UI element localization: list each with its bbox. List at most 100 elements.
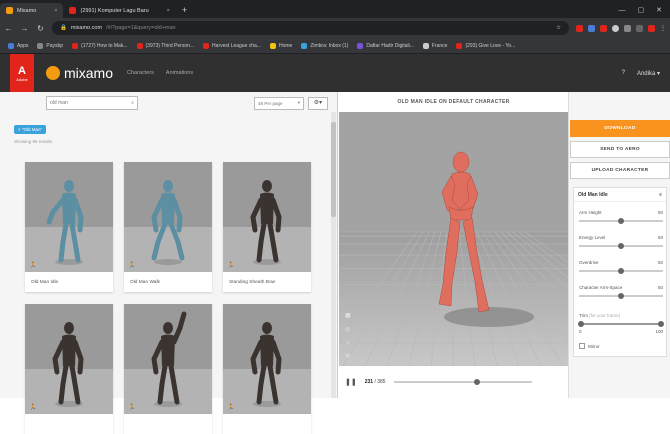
pause-icon[interactable]: ❚❚ — [345, 378, 357, 386]
per-page-select[interactable]: 48 Per page ▾ — [254, 96, 304, 110]
running-man-icon: 🏃 — [227, 405, 235, 411]
trim-slider[interactable]: Trim (for your frame) 0 100 — [578, 313, 664, 334]
animation-thumbnail[interactable]: 🏃 — [25, 162, 113, 272]
animation-card[interactable]: 🏃 — [124, 304, 212, 434]
running-man-icon: 🏃 — [29, 263, 37, 269]
animation-card[interactable]: 🏃 Old Man Walk — [124, 162, 212, 292]
star-icon[interactable]: ☆ — [556, 25, 561, 31]
bookmarks-bar: Apps Paysbp (1727) How to Mak... (3973) Thi… — [0, 38, 670, 54]
list-icon[interactable]: ≡ — [659, 192, 662, 198]
extension-icon[interactable] — [588, 24, 595, 32]
animation-card[interactable]: 🏃 Old Man Idle — [25, 162, 113, 292]
animation-card[interactable]: 🏃 — [223, 304, 311, 434]
nav-characters[interactable]: Characters — [127, 70, 154, 76]
bookmark-item[interactable]: France — [422, 42, 447, 49]
browser-tab-youtube[interactable]: (2991) Komputer Lagu Baru × — [63, 3, 175, 18]
bookmark-item[interactable]: Paysbp — [37, 42, 63, 49]
nav-animations[interactable]: Animations — [166, 70, 193, 76]
close-window-icon[interactable]: ✕ — [656, 3, 662, 18]
slider-knob[interactable] — [618, 218, 624, 224]
download-button[interactable]: DOWNLOAD — [570, 120, 670, 137]
playback-bar: ❚❚ 231 / 385 — [339, 366, 568, 398]
maximize-icon[interactable]: ▢ — [638, 3, 645, 18]
animation-thumbnail[interactable]: 🏃 — [124, 162, 212, 272]
animation-label — [25, 414, 113, 434]
gear-icon: ⚙▾ — [313, 99, 323, 106]
extension-icon[interactable] — [636, 24, 643, 32]
bookmark-item[interactable]: (1727) How to Mak... — [72, 42, 128, 49]
trim-end-knob[interactable] — [658, 321, 664, 327]
reset-view-icon[interactable]: ⟲ — [345, 353, 351, 360]
bookmark-icon — [203, 42, 210, 49]
adobe-logo[interactable]: A Adobe — [10, 54, 34, 92]
reload-icon[interactable]: ↻ — [36, 24, 45, 33]
bookmark-item[interactable]: Home — [269, 42, 292, 49]
settings-button[interactable]: ⚙▾ — [308, 96, 328, 110]
parameter-slider[interactable]: Overdrive 50 — [579, 260, 663, 274]
parameter-slider[interactable]: Energy Level 50 — [579, 235, 663, 249]
bookmark-icon — [8, 42, 14, 49]
tab-title: (2991) Komputer Lagu Baru — [80, 7, 149, 14]
animation-label: Old Man Walk — [130, 279, 160, 285]
camera-icon[interactable]: ◎ — [345, 326, 351, 333]
settings-panel: DOWNLOAD SEND TO AERO UPLOAD CHARACTER O… — [568, 92, 670, 398]
filter-tag[interactable]: × "Old Man" — [14, 125, 47, 134]
bookmark-item[interactable]: (3973) Third Person... — [136, 42, 194, 49]
upload-character-button[interactable]: UPLOAD CHARACTER — [570, 162, 670, 179]
animation-thumbnail[interactable]: 🏃 — [223, 162, 311, 272]
3d-stage[interactable]: ▦ ◎ ☼ ⟲ ⤢ — [339, 112, 568, 366]
close-tab-icon[interactable]: × — [54, 8, 57, 14]
results-count: Showing 96 results — [14, 139, 53, 144]
bookmark-item[interactable]: Zimbra: Inbox (1) — [301, 42, 348, 49]
url-input[interactable]: 🔒 mixamo.com/#/?page=1&query=old+man ☆ — [52, 21, 569, 35]
bookmark-icon — [456, 42, 463, 49]
animation-card[interactable]: 🏃 Standing Sheath Bow — [223, 162, 311, 292]
bookmark-item[interactable]: Apps — [8, 42, 28, 49]
running-man-icon: 🏃 — [29, 405, 37, 411]
animation-card[interactable]: 🏃 — [25, 304, 113, 434]
bookmark-icon — [37, 42, 44, 49]
parameter-slider[interactable]: Character Arm-Space 50 — [579, 285, 663, 299]
profile-icon[interactable] — [612, 24, 619, 32]
mixamo-favicon-icon — [6, 7, 13, 14]
bookmark-icon — [301, 42, 308, 49]
grid-toggle-icon[interactable]: ▦ — [345, 312, 351, 319]
animation-label: Standing Sheath Bow — [229, 279, 276, 285]
search-input[interactable]: old man ⌕ — [46, 96, 138, 110]
bookmark-item[interactable]: Harvest League cha... — [203, 42, 261, 49]
bookmark-item[interactable]: Daftar Hadir Digitali... — [357, 42, 414, 49]
slider-knob[interactable] — [618, 293, 624, 299]
animation-label — [223, 414, 311, 434]
new-tab-button[interactable]: + — [176, 3, 193, 18]
bookmark-icon — [422, 42, 429, 49]
forward-icon[interactable]: → — [20, 24, 29, 33]
browser-tab-mixamo[interactable]: Mixamo × — [0, 3, 64, 18]
scrollbar[interactable] — [331, 112, 336, 398]
timeline-knob[interactable] — [473, 379, 480, 385]
extension-icon[interactable] — [648, 24, 655, 32]
back-icon[interactable]: ← — [4, 24, 13, 33]
minimize-icon[interactable]: — — [619, 3, 626, 18]
mixamo-logo-icon — [46, 66, 60, 80]
bookmark-item[interactable]: (293) Give Love - Yo... — [456, 42, 515, 49]
light-icon[interactable]: ☼ — [345, 340, 351, 346]
trim-start-knob[interactable] — [578, 321, 584, 327]
timeline-slider[interactable] — [393, 379, 532, 385]
extension-icon[interactable] — [576, 24, 583, 32]
running-man-icon: 🏃 — [227, 263, 235, 269]
mirror-checkbox[interactable]: Mirror — [579, 343, 600, 349]
search-icon[interactable]: ⌕ — [131, 100, 134, 106]
slider-knob[interactable] — [618, 268, 624, 274]
extension-icon[interactable] — [600, 24, 607, 32]
checkbox[interactable] — [579, 343, 585, 349]
user-menu[interactable]: Andika ▾ — [637, 70, 660, 77]
send-to-aero-button[interactable]: SEND TO AERO — [570, 141, 670, 158]
help-icon[interactable]: ? — [622, 70, 625, 77]
menu-icon[interactable]: ⋮ — [660, 25, 666, 32]
mixamo-logo[interactable]: mixamo — [46, 65, 113, 81]
close-tab-icon[interactable]: × — [167, 8, 170, 14]
parameter-slider[interactable]: Arm Height 50 — [579, 210, 663, 224]
extension-icon[interactable] — [624, 24, 631, 32]
slider-knob[interactable] — [618, 243, 624, 249]
animation-label — [124, 414, 212, 434]
